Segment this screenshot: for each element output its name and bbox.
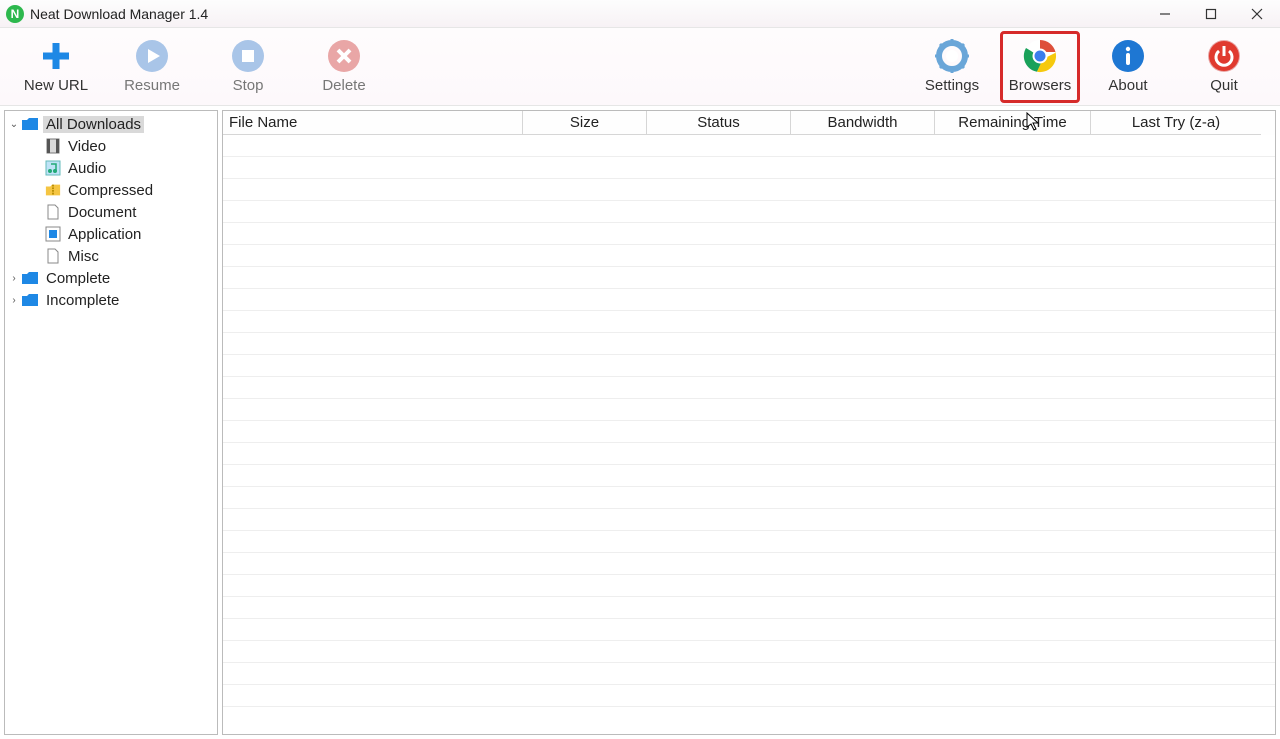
table-row <box>223 575 1275 597</box>
plus-icon <box>39 39 73 73</box>
video-icon <box>45 137 61 155</box>
table-body <box>223 135 1275 734</box>
col-last-try[interactable]: Last Try (z-a) <box>1091 111 1261 135</box>
tree-label: Incomplete <box>43 292 122 309</box>
tree-node-all-downloads[interactable]: ⌄ All Downloads <box>5 113 217 135</box>
tree-label: Document <box>65 204 139 221</box>
table-row <box>223 399 1275 421</box>
tree-node-audio[interactable]: Audio <box>5 157 217 179</box>
table-row <box>223 509 1275 531</box>
app-icon: N <box>6 5 24 23</box>
table-row <box>223 157 1275 179</box>
delete-button[interactable]: Delete <box>296 31 392 103</box>
table-row <box>223 685 1275 707</box>
compressed-icon <box>45 181 61 199</box>
maximize-button[interactable] <box>1188 0 1234 28</box>
table-row <box>223 597 1275 619</box>
delete-icon <box>327 39 361 73</box>
table-row <box>223 311 1275 333</box>
tree-label: Misc <box>65 248 102 265</box>
quit-label: Quit <box>1210 77 1238 94</box>
table-row <box>223 487 1275 509</box>
table-row <box>223 553 1275 575</box>
window-title: Neat Download Manager 1.4 <box>30 6 208 22</box>
about-label: About <box>1108 77 1147 94</box>
table-row <box>223 135 1275 157</box>
col-bandwidth[interactable]: Bandwidth <box>791 111 935 135</box>
titlebar: N Neat Download Manager 1.4 <box>0 0 1280 28</box>
settings-label: Settings <box>925 77 979 94</box>
toolbar: New URL Resume Stop Delete Settings <box>0 28 1280 106</box>
table-row <box>223 289 1275 311</box>
audio-icon <box>45 159 61 177</box>
tree-label: All Downloads <box>43 116 144 133</box>
col-status[interactable]: Status <box>647 111 791 135</box>
quit-button[interactable]: Quit <box>1176 31 1272 103</box>
new-url-button[interactable]: New URL <box>8 31 104 103</box>
power-icon <box>1207 39 1241 73</box>
info-icon <box>1111 39 1145 73</box>
table-header[interactable]: File Name Size Status Bandwidth Remainin… <box>223 111 1275 135</box>
table-row <box>223 179 1275 201</box>
settings-button[interactable]: Settings <box>904 31 1000 103</box>
tree-label: Application <box>65 226 144 243</box>
tree-label: Audio <box>65 160 109 177</box>
col-file-name[interactable]: File Name <box>223 111 523 135</box>
tree-node-application[interactable]: Application <box>5 223 217 245</box>
resume-button[interactable]: Resume <box>104 31 200 103</box>
misc-icon <box>45 247 61 265</box>
tree-node-video[interactable]: Video <box>5 135 217 157</box>
chevron-right-icon[interactable]: › <box>7 273 21 284</box>
chrome-icon <box>1023 39 1057 73</box>
play-icon <box>135 39 169 73</box>
new-url-label: New URL <box>24 77 88 94</box>
tree-node-document[interactable]: Document <box>5 201 217 223</box>
downloads-table[interactable]: File Name Size Status Bandwidth Remainin… <box>222 110 1276 735</box>
stop-button[interactable]: Stop <box>200 31 296 103</box>
minimize-button[interactable] <box>1142 0 1188 28</box>
table-row <box>223 333 1275 355</box>
table-row <box>223 663 1275 685</box>
close-button[interactable] <box>1234 0 1280 28</box>
table-row <box>223 641 1275 663</box>
folder-icon <box>21 293 39 307</box>
table-row <box>223 443 1275 465</box>
document-icon <box>45 203 61 221</box>
tree-node-compressed[interactable]: Compressed <box>5 179 217 201</box>
table-row <box>223 223 1275 245</box>
stop-label: Stop <box>233 77 264 94</box>
gear-icon <box>935 39 969 73</box>
category-tree[interactable]: ⌄ All Downloads Video Audio Compressed D… <box>4 110 218 735</box>
table-row <box>223 245 1275 267</box>
table-row <box>223 201 1275 223</box>
table-row <box>223 619 1275 641</box>
table-row <box>223 531 1275 553</box>
col-size[interactable]: Size <box>523 111 647 135</box>
table-row <box>223 465 1275 487</box>
tree-label: Compressed <box>65 182 156 199</box>
application-icon <box>45 225 61 243</box>
delete-label: Delete <box>322 77 365 94</box>
tree-node-misc[interactable]: Misc <box>5 245 217 267</box>
folder-icon <box>21 271 39 285</box>
tree-node-incomplete[interactable]: › Incomplete <box>5 289 217 311</box>
resume-label: Resume <box>124 77 180 94</box>
table-row <box>223 377 1275 399</box>
tree-label: Video <box>65 138 109 155</box>
browsers-button[interactable]: Browsers <box>1000 31 1080 103</box>
browsers-label: Browsers <box>1009 77 1072 94</box>
table-row <box>223 267 1275 289</box>
chevron-down-icon[interactable]: ⌄ <box>7 119 21 130</box>
chevron-right-icon[interactable]: › <box>7 295 21 306</box>
tree-node-complete[interactable]: › Complete <box>5 267 217 289</box>
stop-icon <box>231 39 265 73</box>
tree-label: Complete <box>43 270 113 287</box>
col-remaining-time[interactable]: Remaining Time <box>935 111 1091 135</box>
table-row <box>223 421 1275 443</box>
about-button[interactable]: About <box>1080 31 1176 103</box>
folder-icon <box>21 117 39 131</box>
table-row <box>223 355 1275 377</box>
